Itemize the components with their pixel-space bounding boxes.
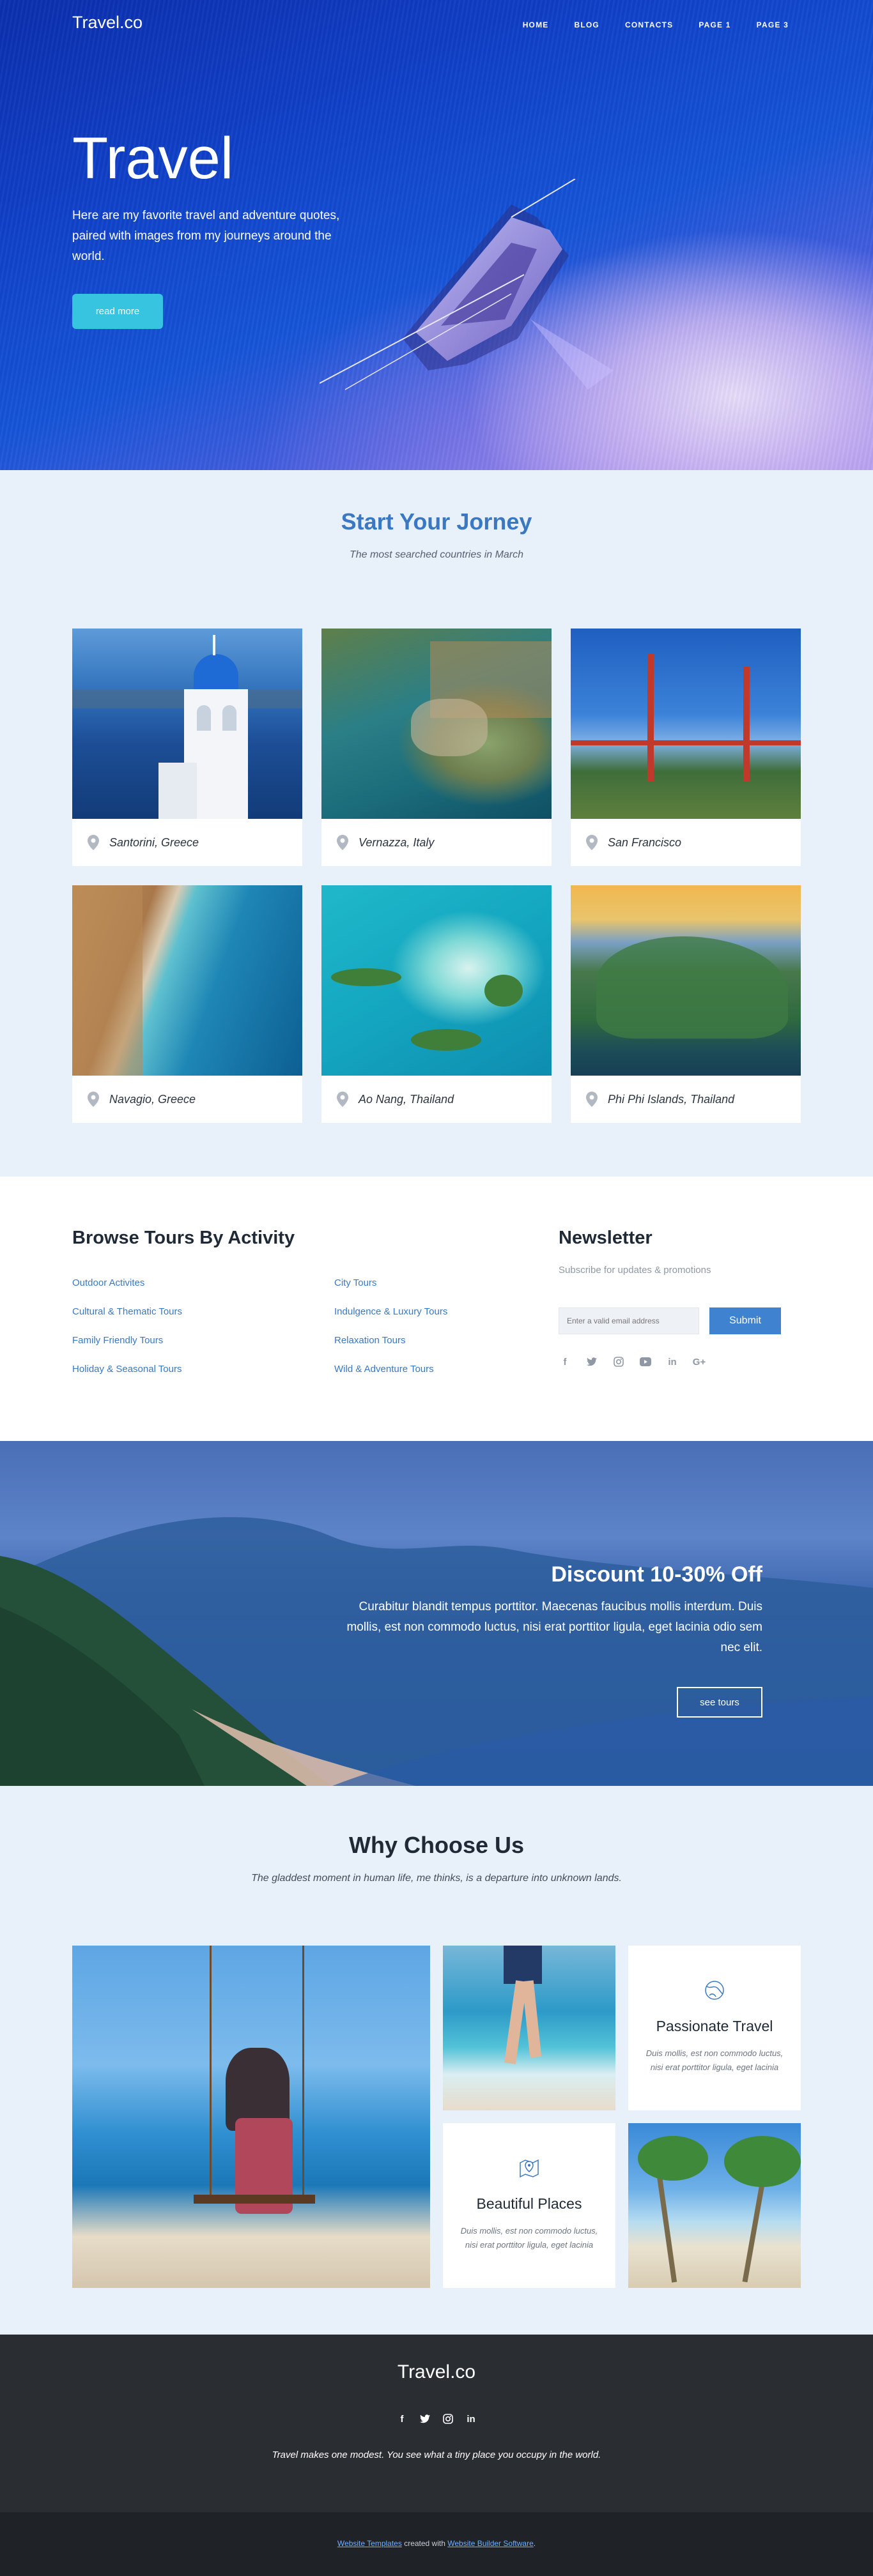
globe-icon xyxy=(705,1981,724,2000)
map-pin-icon xyxy=(88,835,99,850)
copyright-mid-text: created with xyxy=(401,2539,448,2548)
why-subtitle: The gladdest moment in human life, me th… xyxy=(251,1873,622,1884)
map-icon xyxy=(520,2159,539,2178)
feature-title: Beautiful Places xyxy=(476,2195,582,2212)
twitter-icon[interactable] xyxy=(585,1355,598,1368)
tour-link[interactable]: Indulgence & Luxury Tours xyxy=(334,1306,447,1317)
navagio-image xyxy=(72,885,302,1076)
tour-link[interactable]: Outdoor Activites xyxy=(72,1277,144,1288)
read-more-button[interactable]: read more xyxy=(72,294,163,329)
santorini-image xyxy=(72,629,302,819)
ao-nang-image xyxy=(321,885,552,1076)
discount-text: Curabitur blandit tempus porttitor. Maec… xyxy=(346,1600,762,1654)
newsletter-subtitle: Subscribe for updates & promotions xyxy=(559,1265,711,1276)
google-plus-icon[interactable]: G+ xyxy=(693,1355,706,1368)
nav-page-1[interactable]: PAGE 1 xyxy=(699,20,730,29)
top-navbar: Travel.co HOME BLOG CONTACTS PAGE 1 PAGE… xyxy=(0,0,873,51)
card-caption: San Francisco xyxy=(571,819,801,866)
map-pin-icon xyxy=(586,1092,598,1107)
email-field[interactable] xyxy=(559,1307,699,1334)
card-caption: Vernazza, Italy xyxy=(321,819,552,866)
feature-card: Beautiful Places Duis mollis, est non co… xyxy=(443,2123,615,2288)
card-caption: Ao Nang, Thailand xyxy=(321,1076,552,1123)
destination-card[interactable]: Phi Phi Islands, Thailand xyxy=(571,885,801,1123)
browse-section: Browse Tours By Activity Outdoor Activit… xyxy=(0,1177,873,1441)
see-tours-button[interactable]: see tours xyxy=(677,1687,762,1718)
facebook-icon[interactable]: f xyxy=(559,1355,571,1368)
hero-boat-image xyxy=(320,179,614,390)
destination-card[interactable]: Navagio, Greece xyxy=(72,885,302,1123)
card-label: Phi Phi Islands, Thailand xyxy=(608,1092,735,1106)
feature-text: Duis mollis, est non commodo luctus, nis… xyxy=(645,2048,784,2072)
footer-social-links: f in xyxy=(0,2412,873,2425)
nav-links: HOME BLOG CONTACTS PAGE 1 PAGE 3 xyxy=(523,20,789,29)
feature-title: Passionate Travel xyxy=(656,2018,773,2034)
card-label: Vernazza, Italy xyxy=(359,835,435,849)
nav-page-3[interactable]: PAGE 3 xyxy=(757,20,789,29)
submit-button[interactable]: Submit xyxy=(709,1307,781,1334)
browse-title: Browse Tours By Activity xyxy=(72,1228,295,1248)
palm-trees-image xyxy=(628,2123,801,2288)
journey-title: Start Your Jorney xyxy=(341,508,532,535)
nav-blog[interactable]: BLOG xyxy=(575,20,599,29)
nav-contacts[interactable]: CONTACTS xyxy=(625,20,673,29)
copyright-end-text: . xyxy=(533,2539,536,2548)
swing-girl-image xyxy=(72,1946,430,2288)
footer-brand[interactable]: Travel.co xyxy=(0,2361,873,2383)
discount-title: Discount 10-30% Off xyxy=(551,1562,762,1587)
map-pin-icon xyxy=(337,1092,348,1107)
linkedin-icon[interactable]: in xyxy=(666,1355,679,1368)
why-title: Why Choose Us xyxy=(348,1832,525,1858)
journey-subtitle: The most searched countries in March xyxy=(349,549,524,560)
destination-card[interactable]: Ao Nang, Thailand xyxy=(321,885,552,1123)
footer: Travel.co f in Travel makes one modest. … xyxy=(0,2335,873,2512)
hero-text: Here are my favorite travel and adventur… xyxy=(72,209,340,263)
tour-link[interactable]: Family Friendly Tours xyxy=(72,1335,163,1346)
destination-card[interactable]: Vernazza, Italy xyxy=(321,629,552,866)
tour-link[interactable]: Wild & Adventure Tours xyxy=(334,1364,434,1375)
instagram-icon[interactable] xyxy=(442,2412,454,2425)
map-pin-icon xyxy=(337,835,348,850)
website-templates-link[interactable]: Website Templates xyxy=(337,2539,402,2548)
feature-card: Passionate Travel Duis mollis, est non c… xyxy=(628,1946,801,2110)
phi-phi-image xyxy=(571,885,801,1076)
san-francisco-image xyxy=(571,629,801,819)
card-caption: Santorini, Greece xyxy=(72,819,302,866)
brand-logo[interactable]: Travel.co xyxy=(72,13,143,33)
copyright-bar: Website Templates created with Website B… xyxy=(0,2512,873,2576)
tour-link[interactable]: City Tours xyxy=(334,1277,376,1288)
tour-link[interactable]: Cultural & Thematic Tours xyxy=(72,1306,182,1317)
card-label: Santorini, Greece xyxy=(109,835,199,849)
map-pin-icon xyxy=(586,835,598,850)
card-label: Ao Nang, Thailand xyxy=(359,1092,454,1106)
nav-home[interactable]: HOME xyxy=(523,20,549,29)
newsletter-social-links: f in G+ xyxy=(559,1355,706,1368)
feature-text: Duis mollis, est non commodo luctus, nis… xyxy=(460,2226,598,2250)
discount-banner: Discount 10-30% Off Curabitur blandit te… xyxy=(0,1441,873,1786)
destination-card[interactable]: San Francisco xyxy=(571,629,801,866)
card-label: Navagio, Greece xyxy=(109,1092,196,1106)
card-caption: Navagio, Greece xyxy=(72,1076,302,1123)
linkedin-icon[interactable]: in xyxy=(465,2412,477,2425)
newsletter-title: Newsletter xyxy=(559,1228,653,1248)
twitter-icon[interactable] xyxy=(419,2412,431,2425)
hero-section: Travel.co HOME BLOG CONTACTS PAGE 1 PAGE… xyxy=(0,0,873,470)
footer-text: Travel makes one modest. You see what a … xyxy=(272,2450,601,2460)
map-pin-icon xyxy=(88,1092,99,1107)
destination-card[interactable]: Santorini, Greece xyxy=(72,629,302,866)
beach-legs-image xyxy=(443,1946,615,2110)
youtube-icon[interactable] xyxy=(639,1355,652,1368)
vernazza-image xyxy=(321,629,552,819)
card-label: San Francisco xyxy=(608,835,682,849)
card-caption: Phi Phi Islands, Thailand xyxy=(571,1076,801,1123)
hero-title: Travel xyxy=(72,126,234,191)
website-builder-link[interactable]: Website Builder Software xyxy=(447,2539,534,2548)
tour-link[interactable]: Holiday & Seasonal Tours xyxy=(72,1364,182,1375)
facebook-icon[interactable]: f xyxy=(396,2412,408,2425)
tour-link[interactable]: Relaxation Tours xyxy=(334,1335,405,1346)
instagram-icon[interactable] xyxy=(612,1355,625,1368)
